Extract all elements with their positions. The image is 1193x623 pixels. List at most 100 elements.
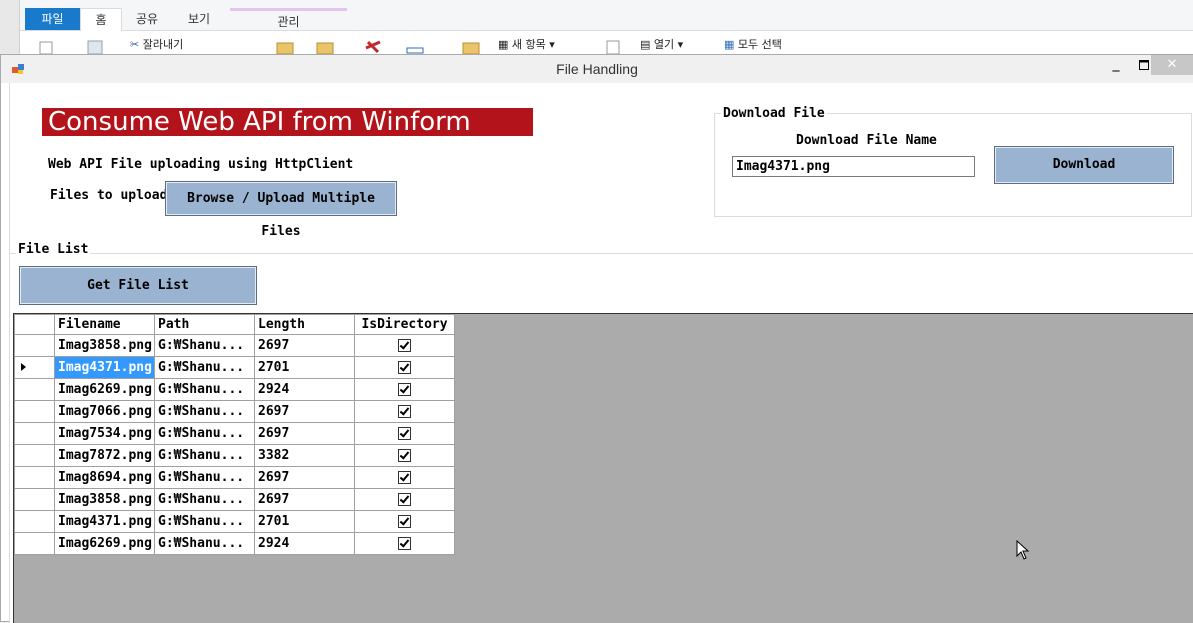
checkbox-checked-icon[interactable] [398,361,411,374]
cell-filename[interactable]: Imag4371.png [54,356,155,379]
cell-isdirectory[interactable] [354,400,455,423]
table-row[interactable]: Imag3858.png G:₩Shanu... 2697 [14,488,455,511]
table-row[interactable]: Imag3858.png G:₩Shanu... 2697 [14,334,455,357]
cell-path[interactable]: G:₩Shanu... [154,400,255,423]
table-row[interactable]: Imag4371.png G:₩Shanu... 2701 [14,356,455,379]
cell-length[interactable]: 2924 [254,378,355,401]
checkbox-checked-icon[interactable] [398,471,411,484]
cell-filename[interactable]: Imag3858.png [54,488,155,511]
table-row[interactable]: Imag7534.png G:₩Shanu... 2697 [14,422,455,445]
column-header-filename[interactable]: Filename [54,314,155,335]
ribbon-tab-home[interactable]: 홈 [80,8,122,31]
download-button[interactable]: Download [994,146,1174,184]
cell-filename[interactable]: Imag3858.png [54,334,155,357]
cell-filename[interactable]: Imag6269.png [54,378,155,401]
cell-path[interactable]: G:₩Shanu... [154,378,255,401]
cell-filename[interactable]: Imag8694.png [54,466,155,489]
row-header[interactable] [14,356,55,379]
grid-header-row: Filename Path Length IsDirectory [14,314,455,335]
row-header[interactable] [14,510,55,533]
column-header-isdirectory[interactable]: IsDirectory [354,314,455,335]
checkbox-checked-icon[interactable] [398,339,411,352]
cell-filename[interactable]: Imag4371.png [54,510,155,533]
column-header-length[interactable]: Length [254,314,355,335]
cell-isdirectory[interactable] [354,444,455,467]
files-to-upload-label: Files to upload: [50,188,176,203]
ribbon-tab-view[interactable]: 보기 [174,8,224,30]
cell-filename[interactable]: Imag6269.png [54,532,155,555]
cell-isdirectory[interactable] [354,466,455,489]
title-bar[interactable]: File Handling _ ✕ [1,55,1193,83]
row-header[interactable] [14,334,55,357]
cell-length[interactable]: 2924 [254,532,355,555]
column-header-path[interactable]: Path [154,314,255,335]
cell-path[interactable]: G:₩Shanu... [154,466,255,489]
row-header[interactable] [14,488,55,511]
checkbox-checked-icon[interactable] [398,493,411,506]
cell-path[interactable]: G:₩Shanu... [154,444,255,467]
download-file-name-input[interactable]: Imag4371.png [732,156,975,177]
cell-filename[interactable]: Imag7872.png [54,444,155,467]
ribbon-tab-manage[interactable]: 관리 [230,8,347,33]
checkbox-checked-icon[interactable] [398,515,411,528]
cell-path[interactable]: G:₩Shanu... [154,422,255,445]
cell-length[interactable]: 2697 [254,400,355,423]
row-header[interactable] [14,378,55,401]
page-banner: Consume Web API from Winform [42,108,533,136]
row-header[interactable] [14,466,55,489]
table-row[interactable]: Imag6269.png G:₩Shanu... 2924 [14,532,455,555]
row-header[interactable] [14,422,55,445]
table-row[interactable]: Imag4371.png G:₩Shanu... 2701 [14,510,455,533]
cell-path[interactable]: G:₩Shanu... [154,334,255,357]
checkbox-checked-icon[interactable] [398,537,411,550]
cell-filename[interactable]: Imag7534.png [54,422,155,445]
minimize-icon: _ [1112,56,1120,72]
select-all-icon: ▦ [724,38,735,51]
cell-length[interactable]: 2701 [254,510,355,533]
table-row[interactable]: Imag6269.png G:₩Shanu... 2924 [14,378,455,401]
ribbon-select-all[interactable]: ▦ 모두 선택 [724,37,782,53]
ribbon-open[interactable]: ▤ 열기 ▾ [640,37,683,53]
grid-corner-header[interactable] [14,314,55,335]
cell-path[interactable]: G:₩Shanu... [154,356,255,379]
cell-length[interactable]: 2697 [254,422,355,445]
table-row[interactable]: Imag7872.png G:₩Shanu... 3382 [14,444,455,467]
folder-move-icon [276,42,294,54]
cell-length[interactable]: 2701 [254,356,355,379]
checkbox-checked-icon[interactable] [398,449,411,462]
cell-path[interactable]: G:₩Shanu... [154,532,255,555]
browse-upload-button[interactable]: Browse / Upload Multiple Files [165,181,397,239]
row-header[interactable] [14,400,55,423]
row-header[interactable] [14,444,55,467]
ribbon-tab-share[interactable]: 공유 [122,8,172,30]
file-data-grid[interactable]: Filename Path Length IsDirectory Imag385… [13,313,1193,623]
row-header[interactable] [14,532,55,555]
minimize-button[interactable]: _ [1101,55,1131,77]
cell-length[interactable]: 3382 [254,444,355,467]
cell-filename[interactable]: Imag7066.png [54,400,155,423]
cell-isdirectory[interactable] [354,510,455,533]
ribbon-new-item[interactable]: ▦ 새 항목 ▾ [498,37,555,53]
cell-length[interactable]: 2697 [254,488,355,511]
table-row[interactable]: Imag8694.png G:₩Shanu... 2697 [14,466,455,489]
ribbon-open-label: 열기 [653,38,675,51]
cell-path[interactable]: G:₩Shanu... [154,510,255,533]
cell-length[interactable]: 2697 [254,466,355,489]
ribbon-tab-file[interactable]: 파일 [25,8,80,30]
cell-path[interactable]: G:₩Shanu... [154,488,255,511]
mouse-cursor-icon [1016,540,1030,560]
get-file-list-button[interactable]: Get File List [19,266,257,305]
table-row[interactable]: Imag7066.png G:₩Shanu... 2697 [14,400,455,423]
cell-isdirectory[interactable] [354,378,455,401]
cell-length[interactable]: 2697 [254,334,355,357]
ribbon-cut[interactable]: ✂ 잘라내기 [130,37,183,53]
checkbox-checked-icon[interactable] [398,405,411,418]
checkbox-checked-icon[interactable] [398,383,411,396]
checkbox-checked-icon[interactable] [398,427,411,440]
close-button[interactable]: ✕ [1151,55,1193,75]
cell-isdirectory[interactable] [354,532,455,555]
cell-isdirectory[interactable] [354,488,455,511]
cell-isdirectory[interactable] [354,334,455,357]
cell-isdirectory[interactable] [354,422,455,445]
cell-isdirectory[interactable] [354,356,455,379]
